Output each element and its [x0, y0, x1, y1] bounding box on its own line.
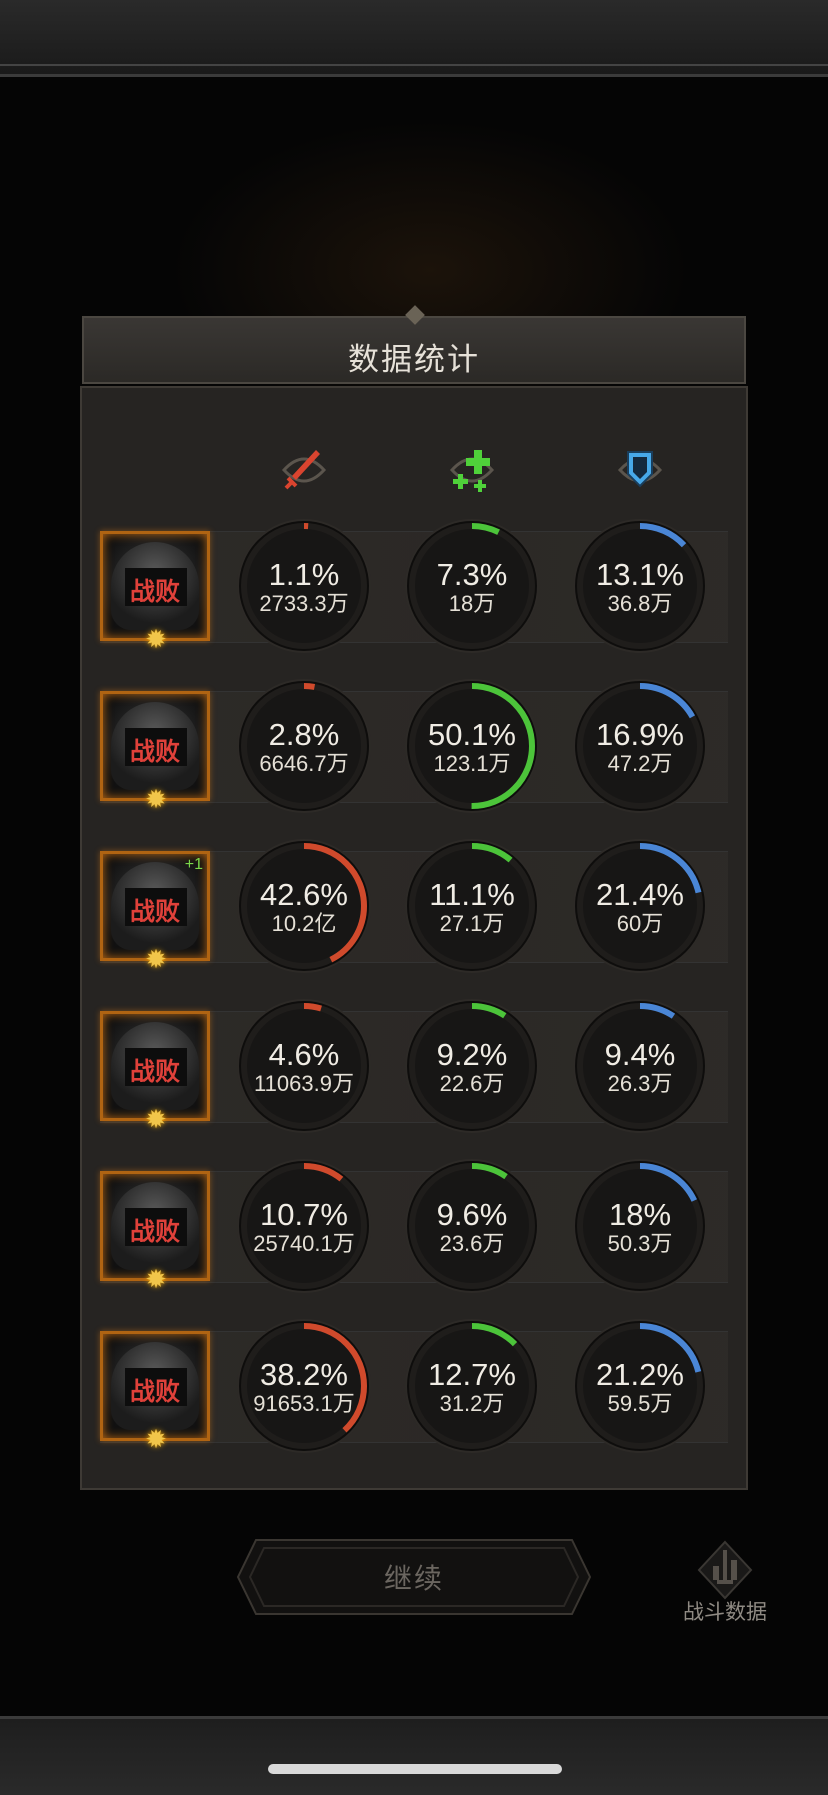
heal-ring: 11.1% 27.1万 [404, 838, 540, 974]
heal-ring: 9.2% 22.6万 [404, 998, 540, 1134]
damage-ring: 4.6% 11063.9万 [236, 998, 372, 1134]
defeat-status: 战败 [129, 1058, 180, 1086]
star-rank-icon: ✹ [145, 1264, 167, 1294]
damage-percent: 10.7% [260, 1197, 348, 1232]
damage-ring: 1.1% 2733.3万 [236, 518, 372, 654]
bottom-frame [0, 1716, 828, 1795]
hero-avatar[interactable]: 战败 ✹ [100, 1011, 210, 1132]
hero-avatar[interactable]: 战败 +1 ✹ [100, 851, 210, 972]
defeat-status: 战败 [129, 1378, 180, 1406]
heal-amount: 31.2万 [439, 1391, 505, 1416]
heal-percent: 50.1% [428, 717, 516, 752]
continue-label: 继续 [383, 1563, 444, 1594]
tank-ring: 13.1% 36.8万 [572, 518, 708, 654]
tank-percent: 16.9% [596, 717, 684, 752]
sword-icon [274, 440, 334, 500]
damage-percent: 1.1% [268, 557, 340, 592]
panel-title: 数据统计 [348, 342, 480, 377]
damage-ring: 10.7% 25740.1万 [236, 1158, 372, 1294]
damage-amount: 6646.7万 [259, 751, 349, 776]
damage-ring: 2.8% 6646.7万 [236, 678, 372, 814]
tank-percent: 18% [608, 1197, 672, 1232]
continue-button[interactable]: 继续 [236, 1538, 592, 1616]
heal-amount: 22.6万 [439, 1071, 505, 1096]
heal-ring: 50.1% 123.1万 [404, 678, 540, 814]
top-frame [0, 0, 828, 77]
star-rank-icon: ✹ [145, 1424, 167, 1454]
heal-percent: 7.3% [436, 557, 508, 592]
damage-percent: 4.6% [268, 1037, 340, 1072]
tank-ring: 21.2% 59.5万 [572, 1318, 708, 1454]
damage-amount: 11063.9万 [254, 1071, 354, 1096]
tank-percent: 21.4% [596, 877, 684, 912]
hero-avatar[interactable]: 战败 ✹ [100, 531, 210, 652]
defeat-status: 战败 [129, 898, 180, 926]
tank-amount: 60万 [616, 911, 664, 936]
damage-ring: 42.6% 10.2亿 [236, 838, 372, 974]
tank-amount: 36.8万 [607, 591, 673, 616]
tank-ring: 9.4% 26.3万 [572, 998, 708, 1134]
home-indicator[interactable] [268, 1764, 562, 1774]
star-rank-icon: ✹ [145, 944, 167, 974]
heal-amount: 123.1万 [433, 751, 511, 776]
tank-percent: 21.2% [596, 1357, 684, 1392]
tank-ring: 18% 50.3万 [572, 1158, 708, 1294]
battle-data-button[interactable]: 战斗数据 [670, 1540, 780, 1630]
defeat-status: 战败 [129, 578, 180, 606]
damage-amount: 10.2亿 [271, 911, 337, 936]
tank-amount: 26.3万 [607, 1071, 673, 1096]
hero-avatar[interactable]: 战败 ✹ [100, 1171, 210, 1292]
damage-percent: 2.8% [268, 717, 340, 752]
tank-ring: 21.4% 60万 [572, 838, 708, 974]
battle-data-icon [697, 1540, 753, 1600]
tank-amount: 47.2万 [607, 751, 673, 776]
tank-percent: 13.1% [596, 557, 684, 592]
damage-ring: 38.2% 91653.1万 [236, 1318, 372, 1454]
tank-ring: 16.9% 47.2万 [572, 678, 708, 814]
heal-cross-icon [442, 440, 502, 500]
damage-amount: 2733.3万 [259, 591, 349, 616]
heal-ring: 7.3% 18万 [404, 518, 540, 654]
star-rank-icon: ✹ [145, 784, 167, 814]
hero-avatar[interactable]: 战败 ✹ [100, 1331, 210, 1452]
damage-percent: 38.2% [260, 1357, 348, 1392]
shield-icon [610, 440, 670, 500]
star-rank-icon: ✹ [145, 1104, 167, 1134]
heal-amount: 27.1万 [439, 911, 505, 936]
level-badge: +1 [184, 856, 203, 873]
star-rank-icon: ✹ [145, 624, 167, 654]
heal-percent: 9.2% [436, 1037, 508, 1072]
hero-avatar[interactable]: 战败 ✹ [100, 691, 210, 812]
heal-amount: 18万 [448, 591, 496, 616]
heal-percent: 12.7% [428, 1357, 516, 1392]
heal-percent: 11.1% [429, 877, 515, 912]
damage-amount: 91653.1万 [253, 1391, 355, 1416]
tank-amount: 59.5万 [607, 1391, 673, 1416]
heal-ring: 9.6% 23.6万 [404, 1158, 540, 1294]
tank-percent: 9.4% [604, 1037, 676, 1072]
tank-amount: 50.3万 [607, 1231, 673, 1256]
panel-header: 数据统计 [82, 305, 746, 384]
damage-percent: 42.6% [260, 877, 348, 912]
heal-ring: 12.7% 31.2万 [404, 1318, 540, 1454]
defeat-status: 战败 [129, 1218, 180, 1246]
defeat-status: 战败 [129, 738, 180, 766]
heal-amount: 23.6万 [439, 1231, 505, 1256]
damage-amount: 25740.1万 [253, 1231, 355, 1256]
heal-percent: 9.6% [436, 1197, 508, 1232]
battle-data-label: 战斗数据 [683, 1601, 767, 1624]
